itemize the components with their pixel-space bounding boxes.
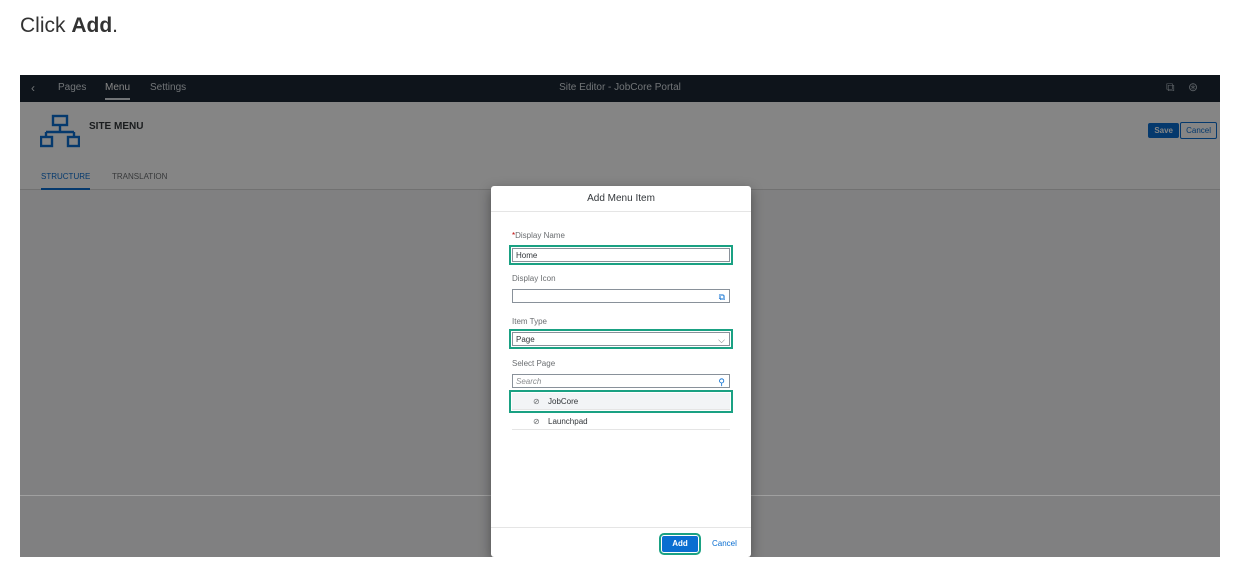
add-menu-item-dialog: Add Menu Item *Display Name Home Display… xyxy=(491,186,751,557)
screenshot-frame: ‹ Pages Menu Settings Site Editor - JobC… xyxy=(20,75,1220,557)
instruction-target: Add xyxy=(71,14,113,37)
page-item-jobcore[interactable]: ⊘ JobCore xyxy=(509,390,733,413)
icon-picker-icon[interactable]: ⧉ xyxy=(719,290,725,304)
search-icon[interactable]: ⚲ xyxy=(718,375,725,389)
hidden-eye-icon: ⊘ xyxy=(533,397,540,406)
display-icon-label: Display Icon xyxy=(512,274,556,283)
hidden-eye-icon: ⊘ xyxy=(533,417,540,426)
chevron-down-icon[interactable]: ⌵ xyxy=(718,333,725,347)
item-type-label: Item Type xyxy=(512,317,547,326)
add-button[interactable]: Add xyxy=(659,533,701,555)
select-page-label: Select Page xyxy=(512,359,556,368)
dialog-cancel-button[interactable]: Cancel xyxy=(712,536,737,552)
display-name-input[interactable]: Home xyxy=(509,245,733,265)
dialog-footer: Add Cancel xyxy=(491,527,751,557)
page-search-input[interactable]: Search ⚲ xyxy=(512,374,730,388)
page-item-launchpad[interactable]: ⊘ Launchpad xyxy=(512,413,730,430)
instruction-text: Click Add. xyxy=(20,14,119,37)
display-icon-input[interactable]: ⧉ xyxy=(512,289,730,303)
dialog-title: Add Menu Item xyxy=(491,186,751,212)
item-type-select[interactable]: Page ⌵ xyxy=(509,329,733,349)
display-name-label: *Display Name xyxy=(512,231,565,240)
